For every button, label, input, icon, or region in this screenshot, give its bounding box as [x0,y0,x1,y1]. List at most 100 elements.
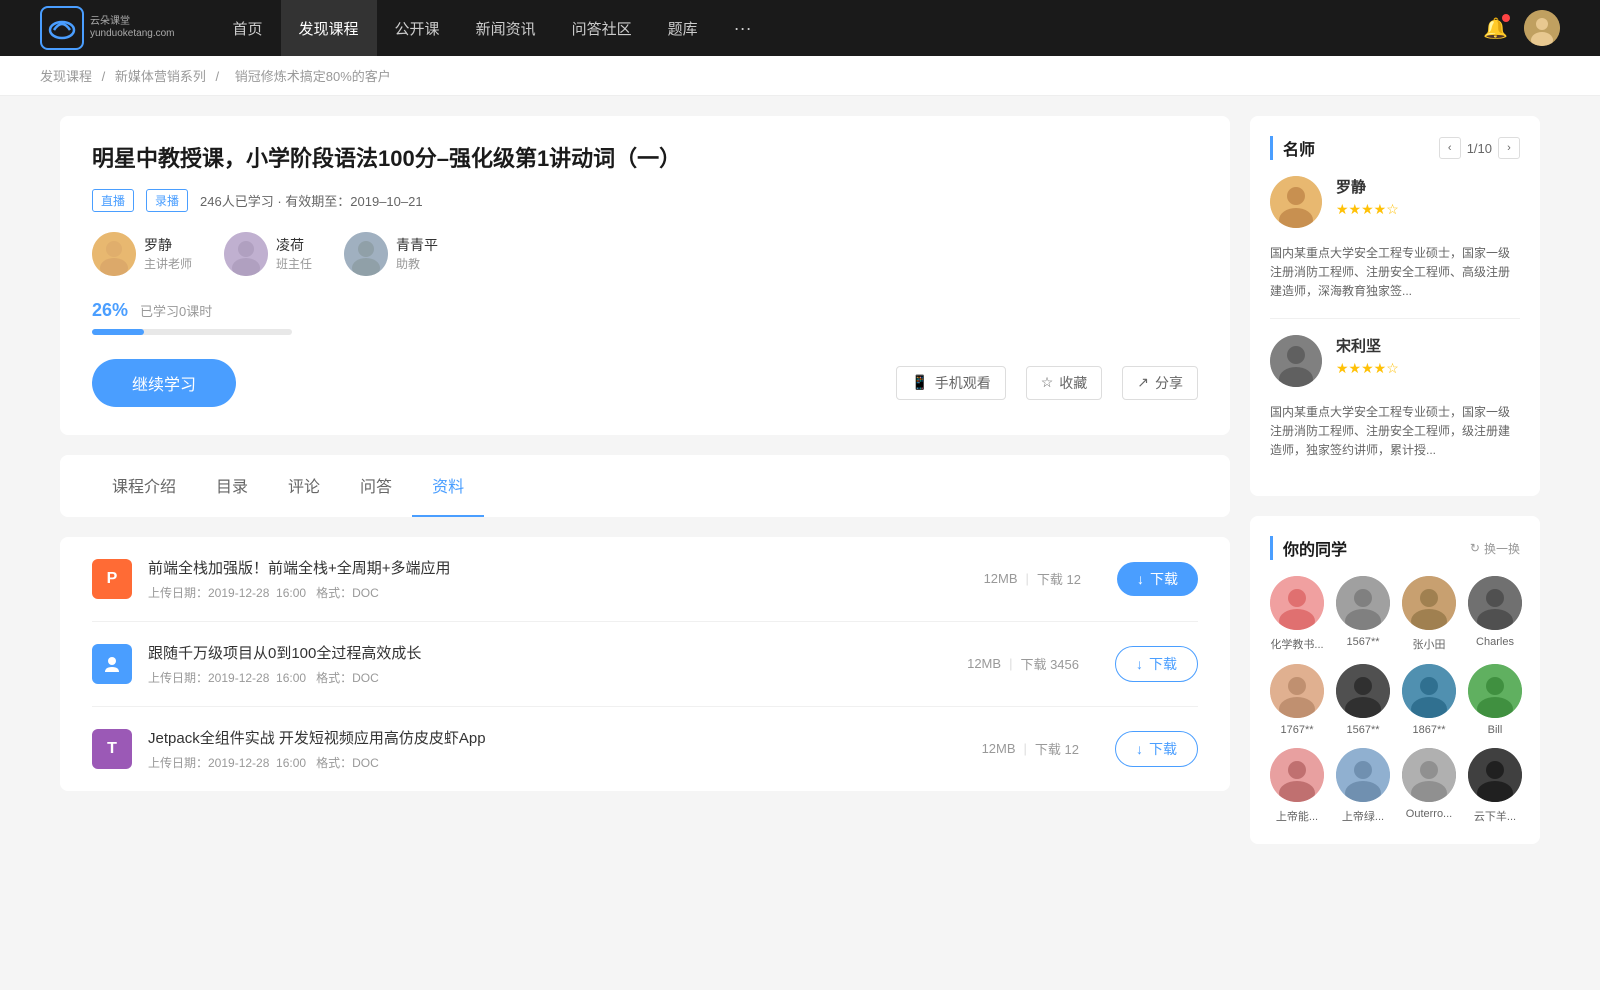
logo[interactable]: 云朵课堂 yunduoketang.com [40,6,175,50]
main-nav: 首页 发现课程 公开课 新闻资讯 问答社区 题库 ··· [215,0,1484,56]
resource-meta-1: 上传日期：2019-12-28 16:00 格式：DOC [148,584,968,601]
nav-news[interactable]: 新闻资讯 [458,0,554,56]
course-title: 明星中教授课，小学阶段语法100分–强化级第1讲动词（一） [92,144,1198,175]
teacher-3-role: 助教 [396,255,438,272]
progress-percent: 26% [92,300,128,321]
resource-info-3: Jetpack全组件实战 开发短视频应用高仿皮皮虾App 上传日期：2019-1… [148,727,966,771]
nav-public[interactable]: 公开课 [377,0,458,56]
notification-dot [1502,14,1510,22]
tab-intro[interactable]: 课程介绍 [92,455,196,517]
student-5-name: 1767** [1280,724,1313,736]
student-12-avatar [1468,748,1522,802]
resource-stats-2: 12MB | 下载 3456 [967,654,1079,673]
resource-size-3: 12MB [982,741,1016,756]
teachers-sidebar-header: 名师 ‹ 1/10 › [1270,136,1520,160]
teacher-3-avatar [344,232,388,276]
resource-item-1: P 前端全栈加强版！前端全栈+全周期+多端应用 上传日期：2019-12-28 … [92,537,1198,622]
teachers-list: 罗静 主讲老师 凌荷 班主任 [92,232,1198,276]
resource-icon-3: T [92,729,132,769]
resource-size-2: 12MB [967,656,1001,671]
pagination-ctrl: ‹ 1/10 › [1439,137,1520,159]
student-7: 1867** [1402,664,1456,736]
mobile-icon: 📱 [911,374,928,391]
teacher-3-info: 青青平 助教 [396,235,438,272]
student-9: 上帝能... [1270,748,1324,824]
share-button[interactable]: ↗ 分享 [1122,366,1198,400]
download-icon-2: ↓ [1136,656,1143,672]
teachers-sidebar-title: 名师 [1270,136,1315,160]
share-icon: ↗ [1137,374,1149,391]
student-4-name: Charles [1476,636,1514,648]
pagination-prev[interactable]: ‹ [1439,137,1461,159]
download-button-2[interactable]: ↓ 下载 [1115,646,1198,682]
user-avatar[interactable] [1524,10,1560,46]
download-icon-1: ↓ [1137,571,1144,587]
download-button-1[interactable]: ↓ 下载 [1117,562,1198,596]
resource-stats-1: 12MB | 下载 12 [984,569,1081,588]
resource-icon-2 [92,644,132,684]
tab-qa[interactable]: 问答 [340,455,412,517]
pagination-next[interactable]: › [1498,137,1520,159]
teacher-3-name: 青青平 [396,235,438,255]
students-grid: 化学教书... 1567** [1270,576,1520,824]
students-sidebar-card: 你的同学 ↻ 换一换 化学教书... [1250,516,1540,844]
nav-more[interactable]: ··· [716,0,770,56]
sidebar-teacher-1-desc: 国内某重点大学安全工程专业硕士，国家一级注册消防工程师、注册安全工程师、高级注册… [1270,244,1520,302]
teacher-1-name: 罗静 [144,235,192,255]
download-icon-3: ↓ [1136,741,1143,757]
bell-icon[interactable]: 🔔 [1483,16,1508,41]
student-7-name: 1867** [1412,724,1445,736]
continue-learning-button[interactable]: 继续学习 [92,359,236,407]
student-11: Outerro... [1402,748,1456,824]
sidebar-teacher-2-avatar [1270,335,1322,387]
student-7-avatar [1402,664,1456,718]
student-2-avatar [1336,576,1390,630]
breadcrumb-current: 销冠修炼术搞定80%的客户 [235,69,391,84]
student-10-avatar [1336,748,1390,802]
teacher-1-role: 主讲老师 [144,255,192,272]
nav-qa[interactable]: 问答社区 [554,0,650,56]
badge-record: 录播 [146,189,188,212]
collect-button[interactable]: ☆ 收藏 [1026,366,1103,400]
breadcrumb-series[interactable]: 新媒体营销系列 [115,69,206,84]
student-6-name: 1567** [1346,724,1379,736]
refresh-students-button[interactable]: ↻ 换一换 [1470,540,1520,557]
nav-discover[interactable]: 发现课程 [281,0,377,56]
teacher-divider [1270,318,1520,319]
resource-name-3: Jetpack全组件实战 开发短视频应用高仿皮皮虾App [148,727,966,748]
student-5: 1767** [1270,664,1324,736]
teacher-1-avatar [92,232,136,276]
logo-text: 云朵课堂 yunduoketang.com [90,16,175,40]
nav-home[interactable]: 首页 [215,0,281,56]
resource-item-3: T Jetpack全组件实战 开发短视频应用高仿皮皮虾App 上传日期：2019… [92,707,1198,791]
tab-resources[interactable]: 资料 [412,455,484,517]
student-10: 上帝绿... [1336,748,1390,824]
teacher-2-name: 凌荷 [276,235,312,255]
tab-catalog[interactable]: 目录 [196,455,268,517]
student-1: 化学教书... [1270,576,1324,652]
resource-name-1: 前端全栈加强版！前端全栈+全周期+多端应用 [148,557,968,578]
teacher-2-role: 班主任 [276,255,312,272]
sidebar-teacher-1: 罗静 ★★★★☆ [1270,176,1520,228]
sidebar-teacher-2-name: 宋利坚 [1336,335,1520,356]
student-12: 云下羊... [1468,748,1522,824]
resource-downloads-2: 下载 3456 [1020,654,1079,673]
breadcrumb-discover[interactable]: 发现课程 [40,69,92,84]
sidebar-teacher-1-info: 罗静 ★★★★☆ [1336,176,1520,228]
download-button-3[interactable]: ↓ 下载 [1115,731,1198,767]
student-2: 1567** [1336,576,1390,652]
pagination-current: 1/10 [1467,141,1492,156]
right-sidebar: 名师 ‹ 1/10 › 罗静 ★★★★☆ [1250,116,1540,864]
student-12-name: 云下羊... [1474,808,1516,824]
student-6-avatar [1336,664,1390,718]
nav-quiz[interactable]: 题库 [650,0,716,56]
tabs-card: 课程介绍 目录 评论 问答 资料 [60,455,1230,517]
course-card: 明星中教授课，小学阶段语法100分–强化级第1讲动词（一） 直播 录播 246人… [60,116,1230,435]
mobile-watch-button[interactable]: 📱 手机观看 [896,366,1005,400]
teacher-2-info: 凌荷 班主任 [276,235,312,272]
resource-size-1: 12MB [984,571,1018,586]
refresh-icon: ↻ [1470,541,1480,555]
tab-comments[interactable]: 评论 [268,455,340,517]
student-4: Charles [1468,576,1522,652]
student-1-name: 化学教书... [1270,636,1323,652]
